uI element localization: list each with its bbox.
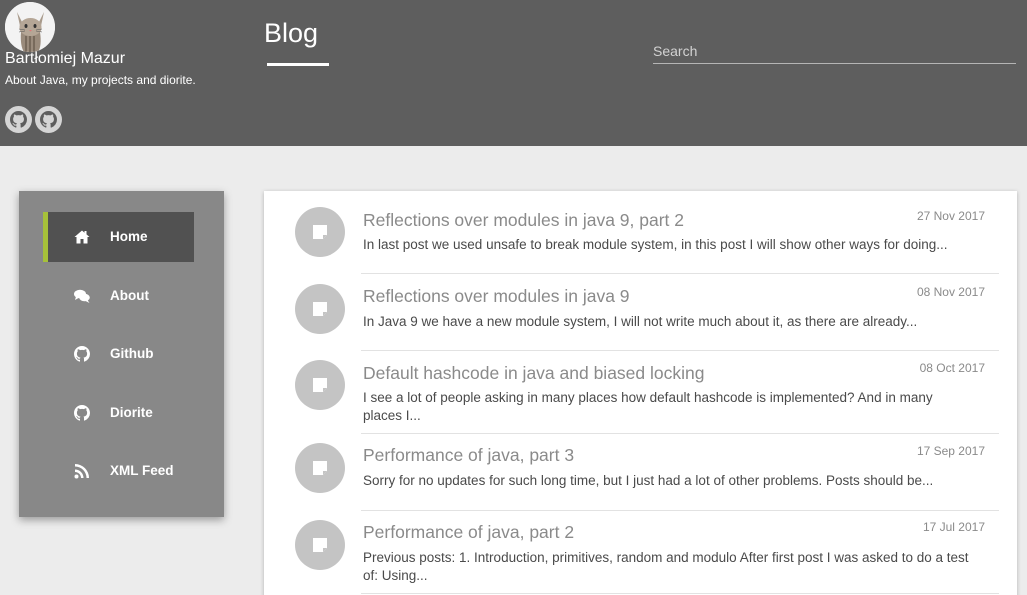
note-icon xyxy=(313,461,327,475)
sidebar-item-about[interactable]: About xyxy=(43,271,194,321)
post-title[interactable]: Performance of java, part 2 xyxy=(363,522,574,543)
post-thumb xyxy=(295,360,345,410)
author-avatar[interactable] xyxy=(5,2,55,52)
post-item[interactable]: Performance of java, part 3 17 Sep 2017 … xyxy=(264,434,1017,511)
note-icon xyxy=(313,302,327,316)
github-icon xyxy=(74,346,90,362)
post-excerpt: In Java 9 we have a new module system, I… xyxy=(363,314,918,329)
cat-avatar-icon xyxy=(5,2,55,52)
github-link[interactable] xyxy=(5,106,32,133)
post-date: 08 Oct 2017 xyxy=(919,361,985,375)
post-thumb xyxy=(295,284,345,334)
post-excerpt: I see a lot of people asking in many pla… xyxy=(363,390,933,423)
sidebar-item-label: Diorite xyxy=(110,404,153,420)
home-icon xyxy=(74,229,90,245)
note-icon xyxy=(313,225,327,239)
note-icon xyxy=(313,378,327,392)
post-thumb xyxy=(295,443,345,493)
site-header: Bartłomiej Mazur About Java, my projects… xyxy=(0,0,1027,146)
post-date: 17 Sep 2017 xyxy=(916,444,985,458)
github-icon xyxy=(10,111,27,128)
post-thumb xyxy=(295,520,345,570)
search-input[interactable] xyxy=(653,38,1016,64)
post-thumb xyxy=(295,207,345,257)
post-title[interactable]: Default hashcode in java and biased lock… xyxy=(363,363,704,384)
sidebar-item-label: Github xyxy=(110,346,154,361)
title-underline xyxy=(267,63,329,66)
post-item[interactable]: Performance of java, part 2 17 Jul 2017 … xyxy=(264,511,1017,594)
sidebar-item-label: About xyxy=(110,287,149,303)
post-excerpt: Sorry for no updates for such long time,… xyxy=(363,473,934,488)
sidebar-item-github[interactable]: Github xyxy=(43,329,194,379)
sidebar-item-label: Home xyxy=(110,229,148,244)
post-date: 08 Nov 2017 xyxy=(916,285,985,299)
post-excerpt: In last post we used unsafe to break mod… xyxy=(363,237,948,252)
post-title[interactable]: Reflections over modules in java 9 xyxy=(363,286,630,307)
note-icon xyxy=(313,538,327,552)
github-icon xyxy=(40,111,57,128)
post-title[interactable]: Reflections over modules in java 9, part… xyxy=(363,210,684,231)
sidebar-item-home[interactable]: Home xyxy=(43,212,194,262)
post-divider xyxy=(361,593,999,594)
page-title: Blog xyxy=(264,18,319,48)
post-date: 17 Jul 2017 xyxy=(922,520,985,534)
sidebar-nav: Home About Github Diorite XML Feed xyxy=(19,191,224,517)
author-name: Bartłomiej Mazur xyxy=(5,50,126,67)
post-item[interactable]: Reflections over modules in java 9 08 No… xyxy=(264,274,1017,351)
post-item[interactable]: Default hashcode in java and biased lock… xyxy=(264,351,1017,434)
post-date: 27 Nov 2017 xyxy=(916,209,985,223)
post-title[interactable]: Performance of java, part 3 xyxy=(363,445,574,466)
sidebar-item-label: XML Feed xyxy=(110,463,174,478)
github-icon xyxy=(74,404,90,421)
author-tagline: About Java, my projects and diorite. xyxy=(5,73,196,87)
post-excerpt: Previous posts: 1. Introduction, primiti… xyxy=(363,550,969,583)
post-item[interactable]: Reflections over modules in java 9, part… xyxy=(264,191,1017,274)
sidebar-item-diorite[interactable]: Diorite xyxy=(43,388,194,438)
rss-icon xyxy=(74,463,90,479)
github-diorite-link[interactable] xyxy=(35,106,62,133)
post-list: Reflections over modules in java 9, part… xyxy=(264,191,1017,595)
comments-icon xyxy=(74,288,90,304)
sidebar-item-xml-feed[interactable]: XML Feed xyxy=(43,446,194,496)
